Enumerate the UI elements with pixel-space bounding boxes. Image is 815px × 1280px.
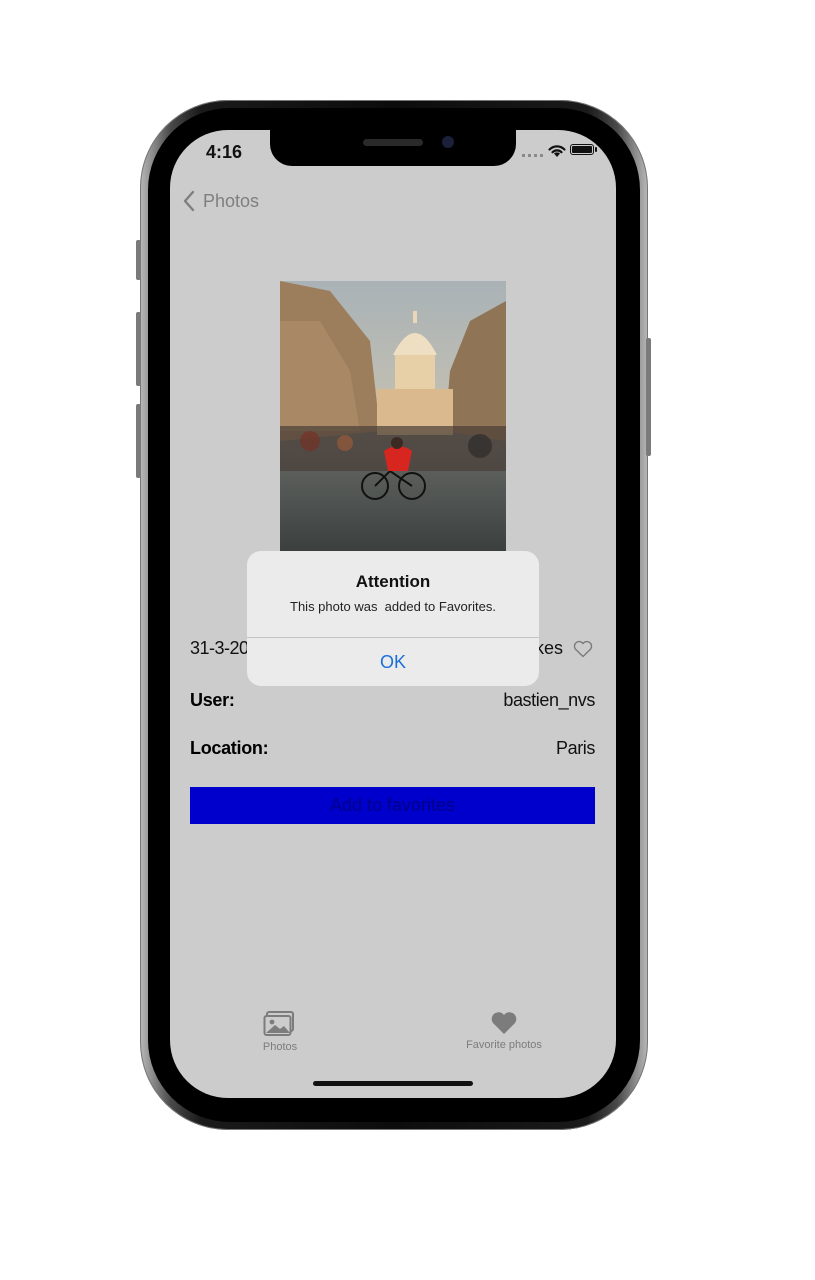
speaker-grille: [363, 139, 423, 146]
back-button[interactable]: Photos: [182, 190, 259, 212]
location-value: Paris: [555, 738, 595, 758]
alert-dialog: Attention This photo was added to Favori…: [247, 551, 539, 686]
tab-photos-label: Photos: [262, 1041, 298, 1053]
user-value: bastien_nvs: [503, 690, 595, 710]
tab-favorite-photos[interactable]: Favorite photos: [444, 1010, 564, 1051]
alert-ok-button[interactable]: OK: [247, 638, 539, 686]
likes-count: kes: [534, 638, 563, 658]
battery-icon: [570, 144, 594, 155]
back-label: Photos: [203, 190, 260, 211]
heart-icon: [491, 1012, 517, 1034]
heart-outline-icon[interactable]: [573, 640, 593, 658]
alert-title: Attention: [355, 572, 431, 591]
user-label: User:: [190, 690, 235, 710]
notch: [270, 130, 516, 166]
chevron-left-icon: [183, 190, 195, 212]
alert-message: This photo was added to Favorites.: [290, 599, 496, 614]
silent-switch: [136, 240, 141, 280]
photos-icon: [263, 1011, 294, 1036]
volume-up-button: [136, 312, 141, 386]
wifi-icon: [548, 145, 566, 157]
add-to-favorites-button[interactable]: Add to favorites: [190, 787, 595, 824]
tab-photos[interactable]: Photos: [220, 1010, 340, 1053]
home-indicator[interactable]: [313, 1081, 473, 1086]
power-button: [646, 338, 651, 456]
front-camera: [442, 136, 454, 148]
phone-screen: 4:16 Photos 31-3-20 kes User: bastien_nv…: [170, 130, 616, 1098]
photo-date: 31-3-20: [190, 638, 249, 658]
tab-favorite-photos-label: Favorite photos: [466, 1039, 542, 1051]
volume-down-button: [136, 404, 141, 478]
battery-cap: [595, 147, 597, 152]
location-label: Location:: [190, 738, 269, 758]
signal-icon: [522, 154, 544, 157]
status-time: 4:16: [206, 142, 243, 162]
photo-image: [280, 281, 506, 551]
